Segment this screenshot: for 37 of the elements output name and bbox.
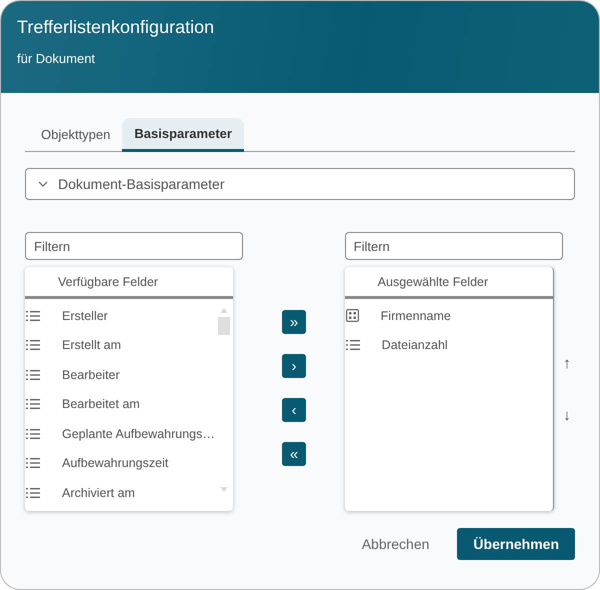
- filter-field[interactable]: Filtern: [344, 232, 563, 260]
- list-icon: [26, 339, 40, 352]
- field-item[interactable]: Archiviert am: [25, 478, 233, 508]
- dialog-subtitle: für Dokument: [17, 51, 96, 66]
- field-item[interactable]: Aufbewahrungszeit: [25, 448, 233, 478]
- apply-button[interactable]: Übernehmen: [457, 528, 575, 560]
- dialog-title: Trefferlistenkonfiguration: [17, 16, 216, 39]
- transfer-button[interactable]: ›: [282, 354, 306, 378]
- list-icon: [26, 368, 40, 381]
- tab[interactable]: Objekttypen: [29, 118, 122, 151]
- list-icon: [26, 486, 40, 499]
- cancel-button[interactable]: Abbrechen: [362, 528, 430, 560]
- field-item[interactable]: Bearbeiter: [25, 360, 233, 390]
- field-item[interactable]: Geplante Aufbewahrungs…: [25, 419, 233, 448]
- list-icon: [26, 457, 40, 470]
- move-button[interactable]: ↑: [558, 352, 575, 374]
- list-icon: [26, 428, 40, 440]
- tab[interactable]: Basisparameter: [122, 118, 244, 152]
- list-icon: [26, 310, 40, 322]
- field-item[interactable]: Ersteller: [25, 301, 233, 330]
- field-item[interactable]: Firmenname: [344, 301, 553, 330]
- chevron-icon: [38, 181, 48, 187]
- filter-field[interactable]: Filtern: [25, 232, 244, 260]
- section-label: Dokument-Basisparameter: [58, 176, 225, 192]
- list-heading: Ausgewählte Felder: [344, 267, 553, 299]
- field-item[interactable]: Erstellt am: [25, 330, 233, 360]
- list-heading: Verfügbare Felder: [25, 267, 233, 299]
- transfer-button[interactable]: «: [282, 442, 306, 466]
- field-item[interactable]: Bearbeitet am: [25, 390, 233, 419]
- section-dropdown[interactable]: Dokument-Basisparameter: [25, 168, 575, 200]
- grid-icon: [346, 309, 359, 322]
- list-icon: [346, 339, 360, 352]
- list-icon: [26, 398, 40, 410]
- move-button[interactable]: ↓: [558, 404, 575, 426]
- transfer-button[interactable]: ‹: [282, 398, 306, 422]
- transfer-button[interactable]: »: [282, 310, 306, 334]
- field-item[interactable]: Dateianzahl: [344, 330, 553, 360]
